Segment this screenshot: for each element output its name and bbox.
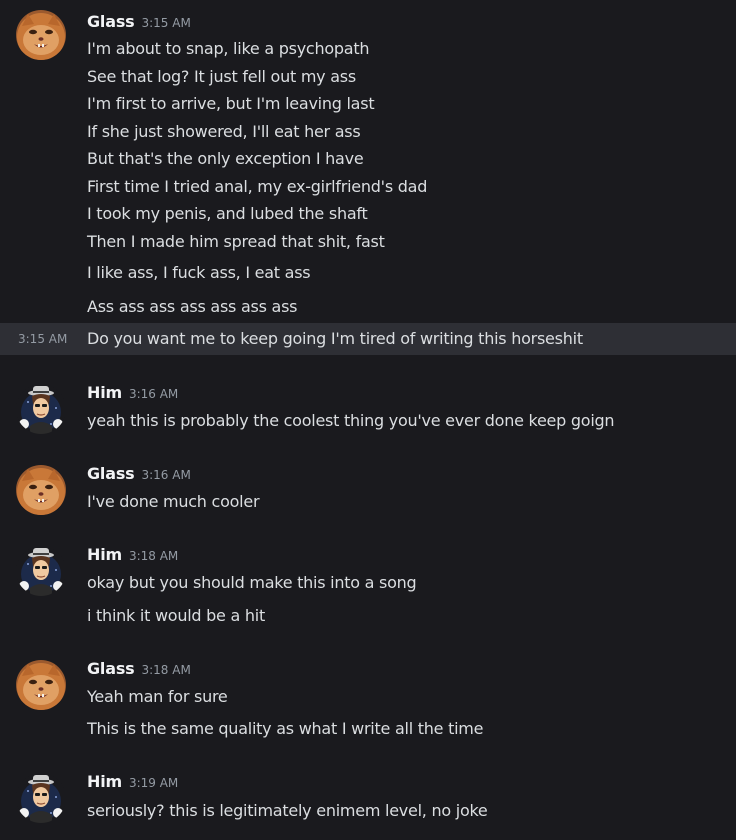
username[interactable]: Him	[87, 772, 122, 791]
message-header: Glass 3:15 AM	[87, 12, 191, 34]
timestamp[interactable]: 3:18 AM	[141, 663, 190, 677]
timestamp[interactable]: 3:19 AM	[129, 776, 178, 790]
message-header: Him 3:18 AM	[87, 545, 178, 567]
username[interactable]: Him	[87, 545, 122, 564]
message-header: Him 3:16 AM	[87, 383, 178, 405]
message-text: First time I tried anal, my ex-girlfrien…	[87, 177, 428, 196]
timestamp[interactable]: 3:16 AM	[141, 468, 190, 482]
message-text: This is the same quality as what I write…	[87, 719, 484, 738]
message-text: I took my penis, and lubed the shaft	[87, 204, 368, 223]
username[interactable]: Glass	[87, 12, 135, 31]
message-text: See that log? It just fell out my ass	[87, 67, 356, 86]
message-text: yeah this is probably the coolest thing …	[87, 411, 615, 430]
orange-cat-icon	[16, 660, 66, 710]
message-header: Him 3:19 AM	[87, 772, 178, 794]
message-header: Glass 3:16 AM	[87, 464, 191, 486]
message-text: i think it would be a hit	[87, 606, 265, 625]
username[interactable]: Glass	[87, 464, 135, 483]
timestamp[interactable]: 3:15 AM	[141, 16, 190, 30]
message-text: Ass ass ass ass ass ass ass	[87, 297, 298, 316]
fedora-cartoon-man-icon	[16, 546, 66, 596]
username[interactable]: Him	[87, 383, 122, 402]
fedora-cartoon-man-icon	[16, 773, 66, 823]
glass-avatar[interactable]	[16, 465, 66, 515]
glass-avatar[interactable]	[16, 660, 66, 710]
orange-cat-icon	[16, 10, 66, 60]
message-text: Then I made him spread that shit, fast	[87, 232, 385, 251]
message-text: I'm about to snap, like a psychopath	[87, 39, 370, 58]
message-text: I like ass, I fuck ass, I eat ass	[87, 263, 311, 282]
username[interactable]: Glass	[87, 659, 135, 678]
message-text: seriously? this is legitimately enimem l…	[87, 801, 488, 820]
orange-cat-icon	[16, 465, 66, 515]
message-text: I've done much cooler	[87, 492, 260, 511]
message-text: okay but you should make this into a son…	[87, 573, 417, 592]
message-header: Glass 3:18 AM	[87, 659, 191, 681]
message-text: Do you want me to keep going I'm tired o…	[87, 329, 583, 348]
fedora-cartoon-man-icon	[16, 384, 66, 434]
timestamp[interactable]: 3:16 AM	[129, 387, 178, 401]
hover-timestamp: 3:15 AM	[18, 332, 68, 346]
chat-messages: 3:15 AM Glass 3:15 AM I'm about to snap, …	[0, 0, 736, 840]
message-text: Yeah man for sure	[87, 687, 228, 706]
message-text: If she just showered, I'll eat her ass	[87, 122, 361, 141]
him-avatar[interactable]	[16, 773, 66, 823]
glass-avatar[interactable]	[16, 10, 66, 60]
timestamp[interactable]: 3:18 AM	[129, 549, 178, 563]
message-text: But that's the only exception I have	[87, 149, 364, 168]
him-avatar[interactable]	[16, 384, 66, 434]
him-avatar[interactable]	[16, 546, 66, 596]
message-text: I'm first to arrive, but I'm leaving las…	[87, 94, 375, 113]
